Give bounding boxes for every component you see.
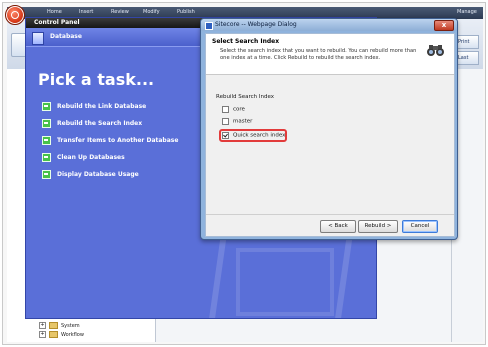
- dialog-header: Select Search Index Select the search in…: [206, 34, 454, 75]
- ribbon-tab-modify[interactable]: Modify: [143, 9, 160, 15]
- tree-item-system[interactable]: + System: [39, 322, 80, 329]
- close-button[interactable]: x: [434, 20, 454, 31]
- checkbox[interactable]: [222, 118, 229, 125]
- folder-icon: [49, 322, 58, 329]
- dialog-titlebar[interactable]: Sitecore -- Webpage Dialog x: [201, 19, 457, 31]
- ribbon-tab-home[interactable]: Home: [47, 9, 62, 15]
- arrow-icon: [42, 102, 51, 111]
- control-panel-section: Database: [50, 33, 82, 40]
- task-rebuild-search-index[interactable]: Rebuild the Search Index: [42, 119, 142, 128]
- watermark-graphic: [236, 248, 334, 316]
- start-orb-icon[interactable]: [5, 5, 25, 25]
- task-clean-up-databases[interactable]: Clean Up Databases: [42, 153, 125, 162]
- folder-icon: [49, 331, 58, 338]
- pick-task-heading: Pick a task...: [38, 70, 155, 89]
- browser-icon: [205, 22, 213, 30]
- ribbon-tab-review[interactable]: Review: [111, 9, 129, 15]
- option-core[interactable]: core: [222, 106, 245, 113]
- rebuild-index-group: Rebuild Search Index core master Quick s…: [216, 94, 444, 156]
- task-transfer-items[interactable]: Transfer Items to Another Database: [42, 136, 178, 145]
- task-display-database-usage[interactable]: Display Database Usage: [42, 170, 139, 179]
- database-icon: [32, 32, 44, 45]
- ribbon-right-buttons: Print Last: [455, 35, 479, 67]
- expand-icon[interactable]: +: [39, 331, 46, 338]
- content-tree: + System + Workflow: [25, 319, 156, 342]
- checkbox[interactable]: [222, 106, 229, 113]
- section-title: Select Search Index: [212, 38, 280, 45]
- screenshot-frame: Home Insert Review Modify Publish Manage…: [2, 2, 486, 345]
- footer-divider: [206, 214, 454, 215]
- arrow-icon: [42, 119, 51, 128]
- section-description: Select the search index that you want to…: [220, 48, 417, 61]
- ribbon-tab-manage[interactable]: Manage: [457, 9, 477, 15]
- arrow-icon: [42, 136, 51, 145]
- ribbon-tab-insert[interactable]: Insert: [79, 9, 93, 15]
- arrow-icon: [42, 153, 51, 162]
- back-button[interactable]: < Back: [320, 220, 356, 233]
- print-button[interactable]: Print: [455, 35, 479, 49]
- rebuild-button[interactable]: Rebuild >: [358, 220, 398, 233]
- arrow-icon: [42, 170, 51, 179]
- expand-icon[interactable]: +: [39, 322, 46, 329]
- binoculars-icon: [427, 45, 444, 56]
- group-label: Rebuild Search Index: [216, 94, 275, 100]
- dialog-title: Sitecore -- Webpage Dialog: [215, 21, 297, 28]
- rebuild-search-index-dialog: Sitecore -- Webpage Dialog x Select Sear…: [200, 18, 458, 240]
- last-button[interactable]: Last: [455, 51, 479, 65]
- cancel-button[interactable]: Cancel: [402, 220, 438, 233]
- option-master[interactable]: master: [222, 118, 252, 125]
- tree-item-workflow[interactable]: + Workflow: [39, 331, 84, 338]
- dialog-body: Select Search Index Select the search in…: [205, 33, 455, 237]
- task-rebuild-link-database[interactable]: Rebuild the Link Database: [42, 102, 146, 111]
- highlight-annotation: [219, 129, 287, 142]
- ribbon-tab-publish[interactable]: Publish: [177, 9, 195, 15]
